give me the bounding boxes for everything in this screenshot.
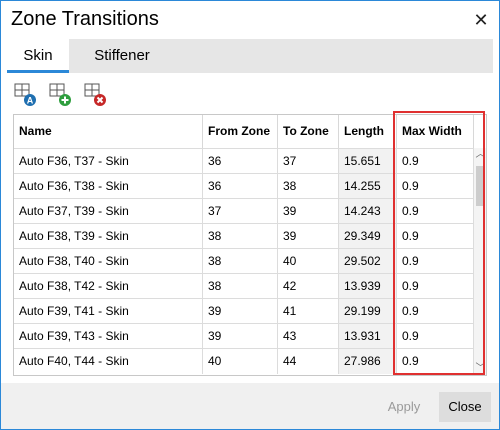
cell-name: Auto F39, T43 - Skin [14, 324, 203, 349]
dialog-title: Zone Transitions [11, 8, 159, 30]
dialog-footer: Apply Close [1, 383, 499, 429]
scroll-thumb[interactable] [476, 166, 485, 206]
chevron-up-icon[interactable]: ︿ [474, 148, 486, 162]
cell-from-zone: 38 [203, 224, 278, 249]
chevron-down-icon[interactable]: ﹀ [474, 362, 486, 375]
column-header-max-width[interactable]: Max Width [397, 115, 474, 148]
cell-name: Auto F39, T41 - Skin [14, 299, 203, 324]
cell-max-width[interactable]: 0.9 [397, 149, 474, 174]
column-header-length[interactable]: Length [339, 115, 397, 148]
cell-max-width[interactable]: 0.9 [397, 299, 474, 324]
table-row[interactable]: Auto F38, T40 - Skin 38 40 29.502 0.9 [14, 248, 474, 274]
cell-from-zone: 39 [203, 324, 278, 349]
cell-to-zone: 42 [278, 274, 339, 299]
cell-length: 13.939 [339, 274, 397, 299]
tab-stiffener[interactable]: Stiffener [77, 39, 167, 73]
cell-to-zone: 39 [278, 199, 339, 224]
cell-name: Auto F38, T40 - Skin [14, 249, 203, 274]
cell-max-width[interactable]: 0.9 [397, 174, 474, 199]
tab-skin[interactable]: Skin [7, 39, 69, 73]
cell-name: Auto F38, T42 - Skin [14, 274, 203, 299]
add-transition-icon[interactable] [48, 81, 72, 107]
cell-from-zone: 40 [203, 349, 278, 374]
table-row[interactable]: Auto F36, T38 - Skin 36 38 14.255 0.9 [14, 173, 474, 199]
cell-max-width[interactable]: 0.9 [397, 249, 474, 274]
cell-max-width[interactable]: 0.9 [397, 324, 474, 349]
cell-length: 27.986 [339, 349, 397, 374]
cell-length: 29.199 [339, 299, 397, 324]
cell-max-width[interactable]: 0.9 [397, 274, 474, 299]
cell-length: 14.255 [339, 174, 397, 199]
cell-from-zone: 36 [203, 149, 278, 174]
zone-transitions-table: Name From Zone To Zone Length Max Width … [13, 114, 487, 376]
cell-max-width[interactable]: 0.9 [397, 199, 474, 224]
cell-to-zone: 37 [278, 149, 339, 174]
cell-to-zone: 40 [278, 249, 339, 274]
close-button[interactable]: Close [439, 392, 491, 422]
column-header-from-zone[interactable]: From Zone [203, 115, 278, 148]
cell-from-zone: 38 [203, 274, 278, 299]
cell-name: Auto F38, T39 - Skin [14, 224, 203, 249]
cell-from-zone: 39 [203, 299, 278, 324]
cell-from-zone: 38 [203, 249, 278, 274]
table-row[interactable]: Auto F38, T42 - Skin 38 42 13.939 0.9 [14, 273, 474, 299]
table-row[interactable]: Auto F39, T41 - Skin 39 41 29.199 0.9 [14, 298, 474, 324]
cell-to-zone: 41 [278, 299, 339, 324]
table-row[interactable]: Auto F36, T37 - Skin 36 37 15.651 0.9 [14, 148, 474, 174]
table-header: Name From Zone To Zone Length Max Width [14, 115, 474, 148]
cell-to-zone: 38 [278, 174, 339, 199]
table-row[interactable]: Auto F38, T39 - Skin 38 39 29.349 0.9 [14, 223, 474, 249]
cell-length: 29.349 [339, 224, 397, 249]
svg-text:A: A [27, 96, 34, 106]
cell-from-zone: 37 [203, 199, 278, 224]
cell-name: Auto F36, T37 - Skin [14, 149, 203, 174]
column-header-to-zone[interactable]: To Zone [278, 115, 339, 148]
cell-to-zone: 44 [278, 349, 339, 374]
apply-button[interactable]: Apply [375, 392, 433, 422]
cell-length: 13.931 [339, 324, 397, 349]
table-row[interactable]: Auto F40, T44 - Skin 40 44 27.986 0.9 [14, 348, 474, 374]
table-row[interactable]: Auto F37, T39 - Skin 37 39 14.243 0.9 [14, 198, 474, 224]
delete-transition-icon[interactable] [83, 81, 107, 107]
cell-to-zone: 39 [278, 224, 339, 249]
column-header-name[interactable]: Name [14, 115, 203, 148]
cell-length: 29.502 [339, 249, 397, 274]
cell-max-width[interactable]: 0.9 [397, 349, 474, 374]
cell-name: Auto F37, T39 - Skin [14, 199, 203, 224]
cell-from-zone: 36 [203, 174, 278, 199]
cell-to-zone: 43 [278, 324, 339, 349]
cell-name: Auto F36, T38 - Skin [14, 174, 203, 199]
cell-max-width[interactable]: 0.9 [397, 224, 474, 249]
title-bar: Zone Transitions ✕ [1, 1, 499, 39]
vertical-scrollbar[interactable]: ︿ ﹀ [474, 148, 486, 375]
cell-length: 15.651 [339, 149, 397, 174]
zone-transitions-dialog: Zone Transitions ✕ Skin Stiffener A Name… [0, 0, 500, 430]
cell-length: 14.243 [339, 199, 397, 224]
cell-name: Auto F40, T44 - Skin [14, 349, 203, 374]
add-zone-icon[interactable]: A [13, 81, 37, 107]
tab-strip: Skin Stiffener [7, 39, 493, 73]
table-row[interactable]: Auto F39, T43 - Skin 39 43 13.931 0.9 [14, 323, 474, 349]
close-icon[interactable]: ✕ [471, 10, 491, 30]
